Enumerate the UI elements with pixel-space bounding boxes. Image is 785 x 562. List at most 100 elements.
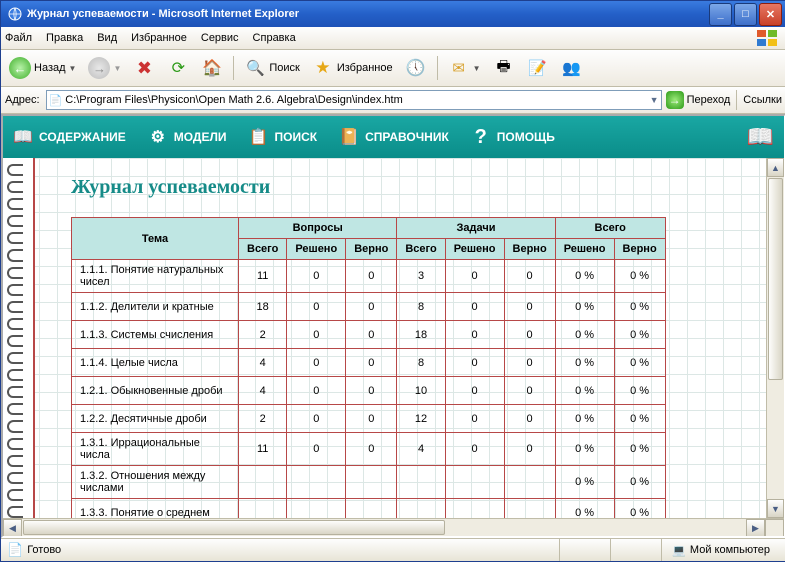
- cell: 0: [504, 433, 555, 466]
- cell: 1.3.1. Иррациональные числа: [72, 433, 239, 466]
- nav-search[interactable]: 📋ПОИСК: [249, 127, 318, 147]
- nav-contents[interactable]: 📖 СОДЕРЖАНИЕ: [13, 127, 126, 147]
- mail-button[interactable]: ✉▼: [444, 55, 485, 81]
- links-label[interactable]: Ссылки: [743, 94, 782, 106]
- cell: 0 %: [555, 433, 614, 466]
- hscroll-thumb[interactable]: [23, 520, 445, 535]
- horizontal-scrollbar[interactable]: ◀ ▶: [3, 518, 784, 536]
- scroll-left-button[interactable]: ◀: [3, 519, 22, 536]
- cell: [397, 466, 445, 499]
- address-dropdown-icon[interactable]: ▼: [650, 95, 659, 105]
- scroll-down-button[interactable]: ▼: [767, 499, 784, 518]
- go-button[interactable]: → Переход: [666, 91, 731, 109]
- cell: 8: [397, 349, 445, 377]
- cell: [504, 466, 555, 499]
- menu-tools[interactable]: Сервис: [201, 32, 239, 44]
- minimize-button[interactable]: _: [709, 3, 732, 26]
- nav-help[interactable]: ?ПОМОЩЬ: [471, 127, 555, 147]
- toolbar: ← Назад ▼ → ▼ ✖ ⟳ 🏠 🔍 Поиск ★ Избранное …: [1, 50, 785, 87]
- menu-favorites[interactable]: Избранное: [131, 32, 187, 44]
- history-button[interactable]: 🕔: [401, 55, 431, 81]
- stop-icon: ✖: [133, 57, 155, 79]
- address-bar: Адрес: 📄 C:\Program Files\Physicon\Open …: [1, 87, 785, 114]
- scroll-track[interactable]: [767, 381, 784, 499]
- nav-contents-label: СОДЕРЖАНИЕ: [39, 130, 126, 144]
- maximize-button[interactable]: □: [734, 3, 757, 26]
- cell: 0 %: [614, 349, 665, 377]
- favorites-button[interactable]: ★ Избранное: [308, 55, 397, 81]
- hscroll-track[interactable]: [446, 519, 746, 536]
- nav-reference[interactable]: 📔СПРАВОЧНИК: [339, 127, 449, 147]
- menu-view[interactable]: Вид: [97, 32, 117, 44]
- edit-button[interactable]: 📝: [523, 55, 553, 81]
- window-title: Журнал успеваемости - Microsoft Internet…: [27, 8, 709, 20]
- refresh-button[interactable]: ⟳: [163, 55, 193, 81]
- menu-help[interactable]: Справка: [253, 32, 296, 44]
- messenger-button[interactable]: 👥: [557, 55, 587, 81]
- scroll-thumb[interactable]: [768, 178, 783, 380]
- cell: 8: [397, 293, 445, 321]
- table-row: 1.2.2. Десятичные дроби20012000 %0 %: [72, 405, 666, 433]
- cell: 0 %: [555, 377, 614, 405]
- cell: 0: [287, 433, 346, 466]
- cell: 1.1.1. Понятие натуральных чисел: [72, 260, 239, 293]
- back-button[interactable]: ← Назад ▼: [5, 55, 80, 81]
- cell: 0 %: [614, 260, 665, 293]
- cell: 0: [445, 405, 504, 433]
- cell: 0: [346, 260, 397, 293]
- scroll-up-button[interactable]: ▲: [767, 158, 784, 177]
- grades-table: Тема Вопросы Задачи Всего Всего Решено В…: [71, 217, 666, 518]
- page-area: Журнал успеваемости Тема Вопросы Задачи …: [3, 158, 766, 518]
- cell: 1.2.1. Обыкновенные дроби: [72, 377, 239, 405]
- browser-window: Журнал успеваемости - Microsoft Internet…: [0, 0, 785, 562]
- nav-help-label: ПОМОЩЬ: [497, 130, 555, 144]
- forward-icon: →: [88, 57, 110, 79]
- windows-logo-icon: [756, 29, 780, 47]
- close-button[interactable]: ✕: [759, 3, 782, 26]
- status-bar: 📄 Готово 💻 Мой компьютер: [1, 538, 785, 561]
- cell: 0: [346, 321, 397, 349]
- menu-file[interactable]: Файл: [5, 32, 32, 44]
- search-button[interactable]: 🔍 Поиск: [240, 55, 303, 81]
- cell: 1.1.3. Системы счисления: [72, 321, 239, 349]
- cell: [504, 499, 555, 519]
- cell: [239, 466, 287, 499]
- menu-edit[interactable]: Правка: [46, 32, 83, 44]
- cell: 4: [239, 349, 287, 377]
- cell: [445, 499, 504, 519]
- notebook-spiral: [3, 158, 35, 518]
- nav-models[interactable]: ⚙МОДЕЛИ: [148, 127, 227, 147]
- book-icon: 📖: [13, 127, 33, 147]
- cell: 18: [397, 321, 445, 349]
- cell: [445, 466, 504, 499]
- cell: 0 %: [614, 433, 665, 466]
- col-t-all: Всего: [397, 239, 445, 260]
- cell: 0: [504, 349, 555, 377]
- stop-button[interactable]: ✖: [129, 55, 159, 81]
- cell: 0: [445, 377, 504, 405]
- cell: 0 %: [555, 349, 614, 377]
- home-button[interactable]: 🏠: [197, 55, 227, 81]
- cell: 0 %: [614, 321, 665, 349]
- forward-button[interactable]: → ▼: [84, 55, 125, 81]
- cell: 1.3.2. Отношения между числами: [72, 466, 239, 499]
- cell: 1.2.2. Десятичные дроби: [72, 405, 239, 433]
- table-row: 1.3.1. Иррациональные числа11004000 %0 %: [72, 433, 666, 466]
- page-title: Журнал успеваемости: [71, 176, 766, 199]
- table-row: 1.2.1. Обыкновенные дроби40010000 %0 %: [72, 377, 666, 405]
- table-row: 1.3.3. Понятие о среднем0 %0 %: [72, 499, 666, 519]
- cell: 3: [397, 260, 445, 293]
- vertical-scrollbar[interactable]: ▲ ▼: [766, 158, 784, 518]
- ie-icon: [7, 6, 23, 22]
- status-zone: 💻 Мой компьютер: [661, 539, 780, 561]
- cell: 0 %: [614, 466, 665, 499]
- scroll-right-button[interactable]: ▶: [746, 519, 765, 536]
- address-input[interactable]: 📄 C:\Program Files\Physicon\Open Math 2.…: [46, 90, 662, 110]
- open-book-icon: 📖: [747, 124, 774, 150]
- print-button[interactable]: 🖶: [489, 55, 519, 81]
- cell: 11: [239, 260, 287, 293]
- nav-models-label: МОДЕЛИ: [174, 130, 227, 144]
- colgroup-tasks: Задачи: [397, 218, 555, 239]
- cell: [346, 466, 397, 499]
- cell: 0: [445, 321, 504, 349]
